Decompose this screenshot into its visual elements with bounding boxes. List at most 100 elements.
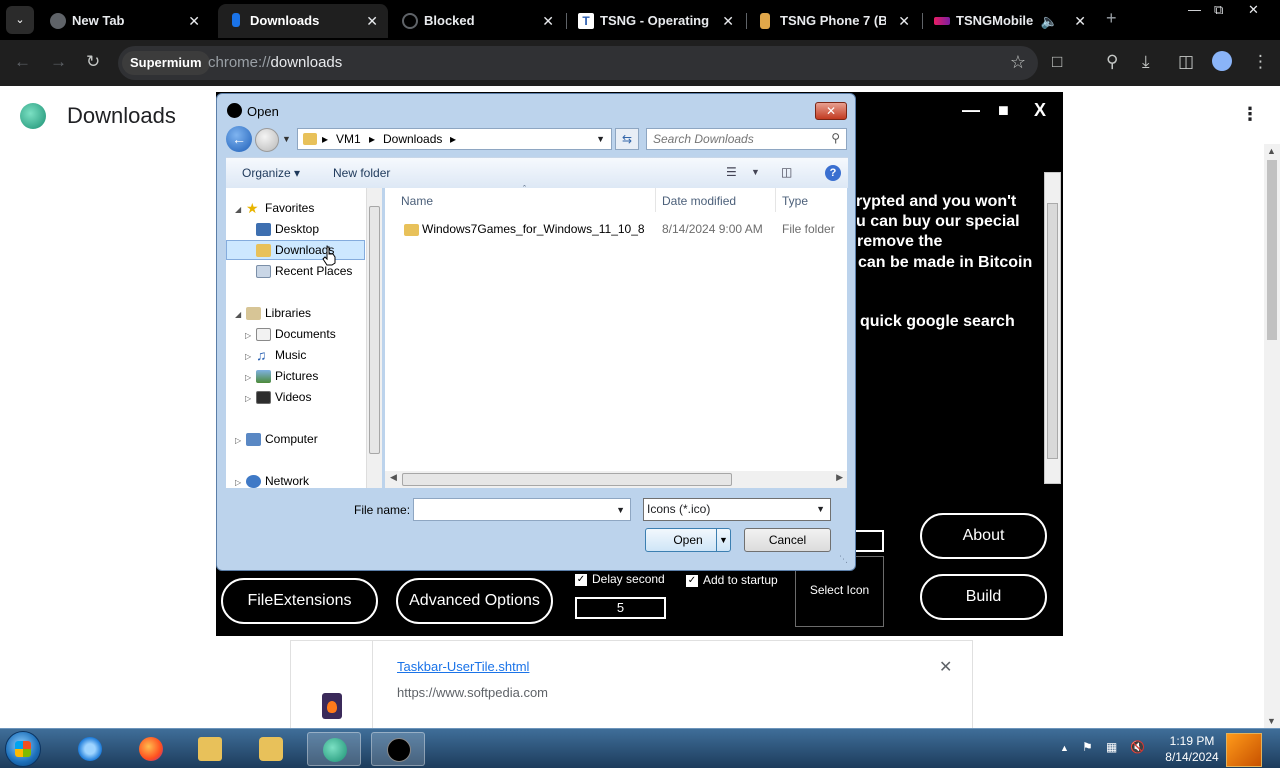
breadcrumb-downloads[interactable]: Downloads bbox=[383, 132, 442, 146]
tray-overflow-icon[interactable]: ▲ bbox=[1060, 743, 1069, 753]
breadcrumb-separator[interactable]: ▸ bbox=[322, 132, 328, 146]
dialog-back-button[interactable]: ← bbox=[226, 126, 252, 152]
page-menu-button[interactable]: ⋮ bbox=[1241, 104, 1259, 125]
app-minimize-button[interactable]: — bbox=[962, 100, 980, 121]
address-bar[interactable]: ▸ VM1 ▸ Downloads ▸ ▼ bbox=[297, 128, 612, 150]
nav-network[interactable]: Network bbox=[265, 474, 309, 488]
column-separator[interactable] bbox=[655, 188, 656, 212]
dialog-forward-button[interactable] bbox=[255, 128, 279, 152]
tab-tsng-phone[interactable]: TSNG Phone 7 (BET ✕ bbox=[748, 4, 920, 38]
recent-locations-dropdown[interactable]: ▼ bbox=[282, 134, 291, 144]
close-window-button[interactable]: ✕ bbox=[1248, 2, 1259, 18]
file-list-hscrollbar[interactable]: ◀ ▶ bbox=[385, 471, 847, 488]
tab-tsng-os[interactable]: T TSNG - Operating S ✕ bbox=[568, 4, 744, 38]
nav-desktop[interactable]: Desktop bbox=[275, 222, 319, 236]
search-input[interactable] bbox=[653, 132, 823, 146]
dialog-close-button[interactable]: ✕ bbox=[815, 102, 847, 120]
extensions-button[interactable]: □ bbox=[1052, 52, 1062, 72]
chevron-down-icon[interactable]: ▼ bbox=[616, 505, 625, 515]
close-icon[interactable]: ✕ bbox=[542, 4, 554, 38]
reload-button[interactable]: ↻ bbox=[86, 52, 100, 72]
speaker-icon[interactable]: 🔈 bbox=[1041, 4, 1058, 38]
breadcrumb-separator[interactable]: ▸ bbox=[369, 132, 375, 146]
taskbar-chaos-builder[interactable] bbox=[371, 732, 425, 766]
new-folder-button[interactable]: New folder bbox=[333, 166, 390, 180]
column-header-date-modified[interactable]: Date modified bbox=[662, 194, 736, 208]
column-separator[interactable] bbox=[775, 188, 776, 212]
build-button[interactable]: Build bbox=[920, 574, 1047, 620]
chevron-down-icon[interactable]: ▼ bbox=[751, 167, 760, 177]
nav-pictures[interactable]: Pictures bbox=[275, 369, 318, 383]
profile-avatar[interactable] bbox=[1212, 51, 1232, 71]
back-button[interactable]: ← bbox=[14, 52, 31, 72]
refresh-button[interactable]: ⇆ bbox=[615, 128, 639, 150]
taskbar-firefox[interactable] bbox=[124, 732, 178, 766]
collapse-arrow-icon[interactable]: ◢ bbox=[235, 310, 241, 319]
taskbar-supermium[interactable] bbox=[307, 732, 361, 766]
organize-button[interactable]: Organize ▾ bbox=[242, 166, 300, 180]
tab-downloads[interactable]: Downloads ✕ bbox=[218, 4, 388, 38]
scroll-thumb[interactable] bbox=[402, 473, 732, 486]
expand-arrow-icon[interactable]: ▷ bbox=[245, 352, 251, 361]
omnibox-chip[interactable]: Supermium bbox=[122, 51, 210, 75]
nav-music[interactable]: Music bbox=[275, 348, 306, 362]
close-icon[interactable]: ✕ bbox=[1074, 4, 1086, 38]
minimize-button[interactable]: — bbox=[1188, 2, 1201, 17]
restore-button[interactable]: ⧉ bbox=[1214, 2, 1223, 18]
tab-search-button[interactable]: ⌄ bbox=[6, 6, 34, 34]
tab-new-tab[interactable]: New Tab ✕ bbox=[40, 4, 210, 38]
close-icon[interactable]: ✕ bbox=[188, 4, 200, 38]
bookmark-star-icon[interactable]: ☆ bbox=[1010, 52, 1026, 73]
scroll-thumb[interactable] bbox=[369, 206, 380, 454]
remove-download-button[interactable]: ✕ bbox=[939, 657, 952, 677]
file-type-filter[interactable]: Icons (*.ico) ▼ bbox=[643, 498, 831, 521]
open-button[interactable]: Open ▼ bbox=[645, 528, 731, 552]
page-scrollbar[interactable]: ▲ ▼ bbox=[1264, 144, 1280, 728]
taskbar-media-player[interactable] bbox=[244, 732, 298, 766]
show-desktop-button[interactable] bbox=[1226, 733, 1262, 767]
navigation-scrollbar[interactable] bbox=[366, 188, 382, 488]
file-name-input[interactable] bbox=[418, 502, 608, 516]
side-panel-button[interactable]: ◫ bbox=[1178, 52, 1194, 72]
preview-pane-icon[interactable]: ◫ bbox=[781, 165, 792, 179]
close-icon[interactable]: ✕ bbox=[366, 4, 378, 38]
network-tray-icon[interactable]: ▦ bbox=[1106, 740, 1117, 754]
about-button[interactable]: About bbox=[920, 513, 1047, 559]
nav-computer[interactable]: Computer bbox=[265, 432, 318, 446]
browser-menu-button[interactable]: ⋮ bbox=[1252, 52, 1269, 72]
file-extensions-button[interactable]: FileExtensions bbox=[221, 578, 378, 624]
breadcrumb-vm1[interactable]: VM1 bbox=[336, 132, 361, 146]
file-name-field[interactable]: ▼ bbox=[413, 498, 631, 521]
chevron-down-icon[interactable]: ▼ bbox=[596, 134, 605, 144]
add-to-startup-checkbox[interactable]: ✓ Add to startup bbox=[686, 573, 778, 587]
expand-arrow-icon[interactable]: ▷ bbox=[245, 394, 251, 403]
scroll-right-icon[interactable]: ▶ bbox=[836, 472, 843, 483]
expand-arrow-icon[interactable]: ▷ bbox=[235, 478, 241, 487]
volume-muted-icon[interactable]: 🔇 bbox=[1130, 740, 1145, 754]
forward-button[interactable]: → bbox=[50, 52, 67, 72]
expand-arrow-icon[interactable]: ▷ bbox=[245, 331, 251, 340]
column-header-name[interactable]: Name bbox=[401, 194, 433, 208]
scroll-left-icon[interactable]: ◀ bbox=[390, 472, 397, 483]
expand-arrow-icon[interactable]: ▷ bbox=[235, 436, 241, 445]
file-row[interactable]: Windows7Games_for_Windows_11_10_8 8/14/2… bbox=[385, 222, 847, 238]
taskbar-clock[interactable]: 1:19 PM 8/14/2024 bbox=[1158, 733, 1226, 765]
search-box[interactable]: ⚲ bbox=[646, 128, 847, 150]
column-header-type[interactable]: Type bbox=[782, 194, 808, 208]
scroll-thumb[interactable] bbox=[1267, 160, 1277, 340]
nav-recent-places[interactable]: Recent Places bbox=[275, 264, 352, 278]
nav-videos[interactable]: Videos bbox=[275, 390, 311, 404]
omnibox[interactable]: Supermium chrome://downloads ☆ bbox=[118, 46, 1038, 80]
downloads-button[interactable]: ⤓ bbox=[1142, 52, 1150, 72]
download-filename-link[interactable]: Taskbar-UserTile.shtml bbox=[397, 659, 529, 674]
scroll-thumb[interactable] bbox=[1047, 203, 1058, 459]
help-icon[interactable]: ? bbox=[825, 165, 841, 181]
app-close-button[interactable]: X bbox=[1034, 100, 1046, 121]
tab-blocked[interactable]: Blocked ✕ bbox=[392, 4, 564, 38]
delay-second-checkbox[interactable]: ✓ Delay second bbox=[575, 572, 665, 586]
omnibox-url[interactable]: chrome://downloads bbox=[208, 46, 342, 80]
app-maximize-button[interactable]: ■ bbox=[998, 100, 1009, 121]
new-tab-button[interactable]: + bbox=[1106, 8, 1117, 29]
breadcrumb-separator[interactable]: ▸ bbox=[450, 132, 456, 146]
scroll-down-icon[interactable]: ▼ bbox=[1267, 716, 1276, 726]
